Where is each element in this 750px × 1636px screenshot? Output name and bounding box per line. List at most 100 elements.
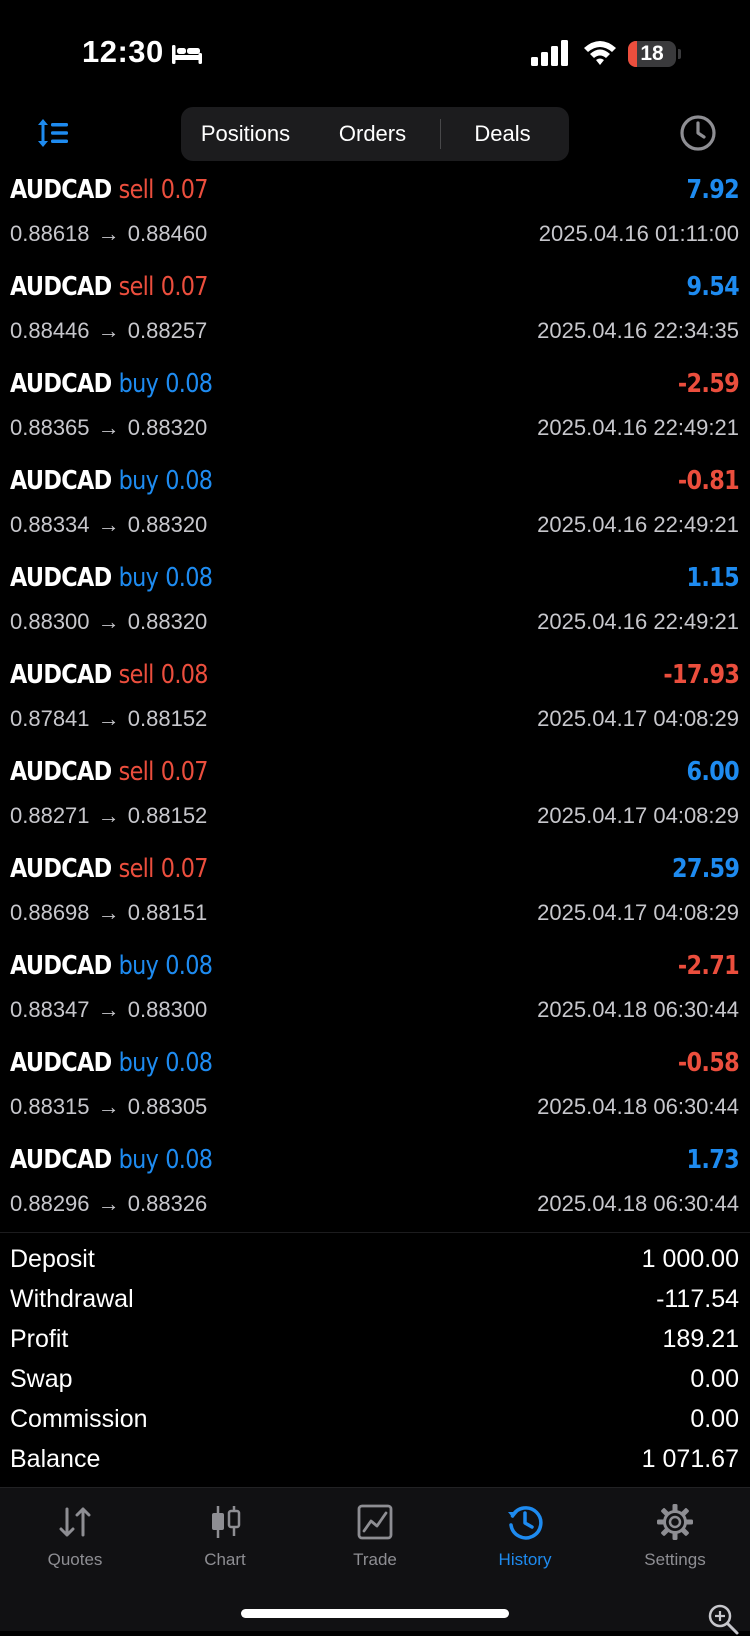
battery-indicator: 18 [628, 41, 676, 67]
deal-row[interactable]: AUDCAD buy 0.08 -0.58 0.88315 → 0.88305 202… [0, 1043, 750, 1140]
deal-prices: 0.88315 → 0.88305 [10, 1094, 207, 1120]
segment-orders[interactable]: Orders [312, 111, 433, 157]
tab-chart[interactable]: Chart [150, 1488, 300, 1588]
right-arrow-icon: → [91, 609, 126, 634]
list-summary-divider [0, 1232, 750, 1233]
deal-volume: 0.08 [165, 466, 213, 496]
deal-close-price: 0.88152 [127, 706, 208, 731]
summary-label: Swap [10, 1365, 73, 1393]
deal-side: sell [118, 272, 155, 302]
deal-open-price: 0.88446 [10, 318, 90, 343]
history-clock-icon [508, 1506, 543, 1540]
deal-prices: 0.88446 → 0.88257 [10, 318, 207, 344]
deal-profit: -2.59 [677, 369, 740, 399]
deal-symbol: AUDCAD [10, 660, 112, 690]
right-arrow-icon: → [91, 803, 126, 828]
deal-profit: -2.71 [677, 951, 740, 981]
deal-time: 2025.04.17 04:08:29 [537, 706, 739, 731]
deal-side: sell [118, 175, 155, 205]
deal-row[interactable]: AUDCAD sell 0.07 9.54 0.88446 → 0.88257 202… [0, 267, 750, 364]
deal-symbol: AUDCAD [10, 272, 112, 302]
right-arrow-icon: → [91, 221, 126, 246]
tab-label: History [498, 1550, 552, 1569]
summary-value: 0.00 [690, 1365, 739, 1393]
deal-prices: 0.88296 → 0.88326 [10, 1191, 207, 1217]
wifi-icon [584, 41, 616, 65]
deal-time: 2025.04.17 04:08:29 [537, 900, 739, 925]
deal-close-price: 0.88320 [127, 512, 208, 537]
deal-row[interactable]: AUDCAD buy 0.08 1.15 0.88300 → 0.88320 2025… [0, 558, 750, 655]
tab-label: Settings [644, 1550, 706, 1569]
deal-symbol: AUDCAD [10, 175, 112, 205]
deal-row[interactable]: AUDCAD sell 0.07 7.92 0.88618 → 0.88460 202… [0, 170, 750, 267]
deal-open-price: 0.88315 [10, 1094, 90, 1119]
sleep-focus-icon [172, 45, 202, 64]
deal-title: AUDCAD sell 0.08 [10, 660, 209, 690]
status-time: 12:30 [82, 34, 164, 69]
deal-volume: 0.07 [160, 854, 209, 884]
deal-profit: 1.15 [686, 563, 740, 593]
tab-trade[interactable]: Trade [300, 1488, 450, 1588]
summary-row: Deposit 1 000.00 [0, 1242, 750, 1282]
sort-lines-icon[interactable] [36, 116, 70, 150]
deal-volume: 0.08 [165, 1048, 213, 1078]
deal-symbol: AUDCAD [10, 854, 112, 884]
summary-value: 189.21 [662, 1325, 739, 1353]
deal-title: AUDCAD buy 0.08 [10, 1145, 213, 1175]
deal-volume: 0.07 [160, 757, 209, 787]
deal-close-price: 0.88320 [127, 609, 208, 634]
deal-row[interactable]: AUDCAD buy 0.08 -2.71 0.88347 → 0.88300 202… [0, 946, 750, 1043]
segment-deals[interactable]: Deals [440, 111, 565, 157]
clock-history-icon[interactable] [679, 114, 717, 152]
deal-list: AUDCAD sell 0.07 7.92 0.88618 → 0.88460 202… [0, 170, 750, 1237]
deal-open-price: 0.88334 [10, 512, 90, 537]
deal-side: sell [118, 660, 155, 690]
deal-row[interactable]: AUDCAD buy 0.08 -0.81 0.88334 → 0.88320 202… [0, 461, 750, 558]
deal-time: 2025.04.16 22:49:21 [537, 415, 739, 440]
deal-row[interactable]: AUDCAD buy 0.08 -2.59 0.88365 → 0.88320 202… [0, 364, 750, 461]
deal-title: AUDCAD sell 0.07 [10, 757, 209, 787]
quotes-arrows-icon [59, 1507, 91, 1537]
summary-label: Profit [10, 1325, 69, 1353]
zoom-in-icon[interactable] [706, 1602, 740, 1636]
deal-title: AUDCAD buy 0.08 [10, 369, 213, 399]
deal-row[interactable]: AUDCAD sell 0.07 27.59 0.88698 → 0.88151 20… [0, 849, 750, 946]
battery-tip [678, 49, 681, 59]
deal-open-price: 0.88698 [10, 900, 90, 925]
deal-prices: 0.88347 → 0.88300 [10, 997, 207, 1023]
tab-quotes[interactable]: Quotes [0, 1488, 150, 1588]
deal-row[interactable]: AUDCAD sell 0.08 -17.93 0.87841 → 0.88152 2… [0, 655, 750, 752]
deal-time: 2025.04.18 06:30:44 [537, 997, 739, 1022]
deal-row[interactable]: AUDCAD sell 0.07 6.00 0.88271 → 0.88152 202… [0, 752, 750, 849]
deal-close-price: 0.88257 [127, 318, 208, 343]
deal-close-price: 0.88300 [127, 997, 208, 1022]
deal-open-price: 0.88296 [10, 1191, 90, 1216]
deal-volume: 0.08 [165, 563, 213, 593]
deal-side: sell [118, 757, 155, 787]
deal-profit: -17.93 [663, 660, 740, 690]
deal-profit: 6.00 [686, 757, 740, 787]
tab-history[interactable]: History [450, 1488, 600, 1588]
deal-volume: 0.08 [165, 1145, 213, 1175]
deal-profit: 9.54 [686, 272, 740, 302]
deal-volume: 0.07 [160, 175, 209, 205]
segment-positions[interactable]: Positions [185, 111, 306, 157]
deal-open-price: 0.88618 [10, 221, 90, 246]
account-summary: Deposit 1 000.00 Withdrawal -117.54 Profit 18… [0, 1242, 750, 1482]
summary-label: Deposit [10, 1245, 95, 1273]
deal-close-price: 0.88326 [127, 1191, 208, 1216]
deal-volume: 0.08 [165, 369, 213, 399]
deal-side: sell [118, 854, 155, 884]
deal-volume: 0.08 [165, 951, 213, 981]
deal-row[interactable]: AUDCAD buy 0.08 1.73 0.88296 → 0.88326 2025… [0, 1140, 750, 1237]
gear-icon [657, 1504, 693, 1540]
tab-settings[interactable]: Settings [600, 1488, 750, 1588]
deal-side: buy [118, 369, 159, 399]
deal-open-price: 0.87841 [10, 706, 90, 731]
deal-title: AUDCAD sell 0.07 [10, 175, 209, 205]
deal-prices: 0.87841 → 0.88152 [10, 706, 207, 732]
deal-title: AUDCAD sell 0.07 [10, 854, 209, 884]
deal-time: 2025.04.16 01:11:00 [538, 221, 739, 246]
summary-label: Commission [10, 1405, 148, 1433]
summary-value: -117.54 [656, 1285, 739, 1313]
